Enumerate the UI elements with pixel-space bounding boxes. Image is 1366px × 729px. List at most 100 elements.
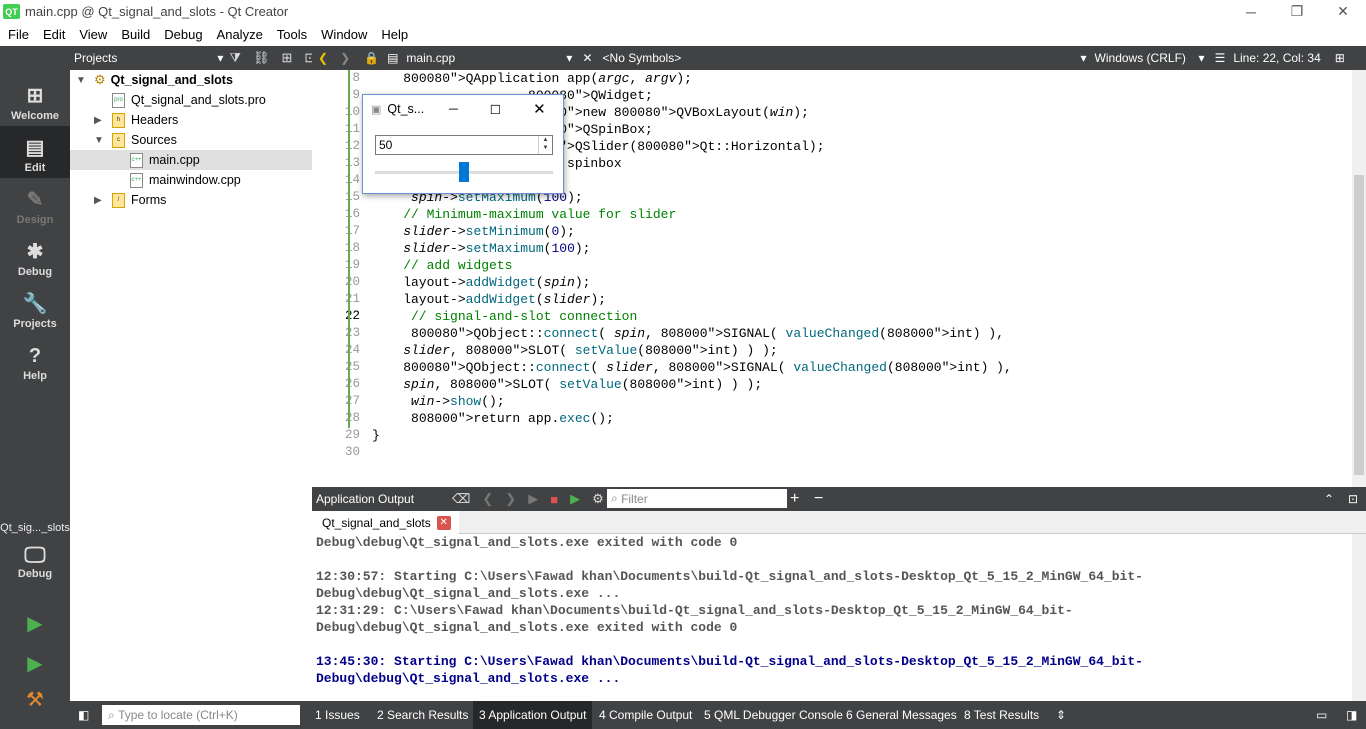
next-item-icon[interactable]: ❯	[505, 491, 516, 507]
zoom-in-icon[interactable]: +	[790, 490, 799, 508]
minimize-button[interactable]: ─	[1228, 0, 1274, 23]
menu-analyze[interactable]: Analyze	[209, 27, 269, 42]
close-document-icon[interactable]: ✕	[582, 51, 592, 65]
menu-window[interactable]: Window	[313, 27, 373, 42]
code-line[interactable]: 800080">QApplication app(argc, argv);	[372, 70, 692, 87]
split-editor-icon[interactable]: ⊞	[1335, 51, 1345, 65]
tree-item-headers[interactable]: ▶ h Headers	[70, 110, 312, 130]
expand-arrow-icon[interactable]: ▼	[76, 75, 86, 86]
tab-issues[interactable]: 1 Issues	[309, 701, 366, 729]
code-line[interactable]: 800080">QObject::connect( spin, 808000">…	[372, 325, 1004, 342]
toggle-sidebar-icon[interactable]: ◧	[78, 708, 89, 722]
close-pane-icon[interactable]: ⊡	[1348, 492, 1358, 506]
slider-handle[interactable]	[459, 162, 469, 182]
code-line[interactable]: layout->addWidget(spin);	[372, 274, 590, 291]
menu-file[interactable]: File	[0, 27, 35, 42]
code-line[interactable]: // Minimum-maximum value for slider	[372, 206, 676, 223]
tree-item-forms[interactable]: ▶ / Forms	[70, 190, 312, 210]
menu-build[interactable]: Build	[113, 27, 156, 42]
code-line[interactable]: slider, 808000">SLOT( setValue(808000">i…	[372, 342, 778, 359]
tree-item-main-cpp[interactable]: c++ main.cpp	[70, 150, 312, 170]
tab-general-messages[interactable]: 6 General Messages	[840, 701, 963, 729]
menu-help[interactable]: Help	[373, 27, 414, 42]
code-line[interactable]: // signal-and-slot connection	[372, 308, 637, 325]
prev-item-icon[interactable]: ❮	[482, 491, 493, 507]
cursor-position[interactable]: Line: 22, Col: 34	[1233, 51, 1320, 65]
tab-qml-debugger-console[interactable]: 5 QML Debugger Console	[698, 701, 849, 729]
popup-maximize-button[interactable]: ☐	[473, 102, 517, 117]
code-line[interactable]: layout->addWidget(slider);	[372, 291, 606, 308]
application-output[interactable]: Debug\debug\Qt_signal_and_slots.exe exit…	[312, 534, 1366, 701]
code-line[interactable]: 800080">QObject::connect( slider, 808000…	[372, 359, 1012, 376]
spin-arrows[interactable]: ▲ ▼	[538, 136, 552, 154]
kit-selector[interactable]: 🖵 Debug	[0, 542, 70, 592]
menu-debug[interactable]: Debug	[156, 27, 208, 42]
line-ending-selector[interactable]: Windows (CRLF)	[1095, 51, 1199, 65]
symbol-selector[interactable]: <No Symbols>	[603, 51, 1081, 65]
output-tab[interactable]: Qt_signal_and_slots ✕	[312, 511, 459, 534]
dropdown-arrow-icon[interactable]: ▾	[566, 51, 572, 65]
build-hammer-button[interactable]: ⚒	[22, 686, 48, 712]
mode-edit[interactable]: ▤ Edit	[0, 126, 70, 178]
tree-item-sources[interactable]: ▼ c Sources	[70, 130, 312, 150]
attach-debugger-icon[interactable]: ▶	[570, 491, 580, 507]
filter-icon[interactable]: ⧩	[229, 50, 241, 66]
tree-item-mainwindow-cpp[interactable]: c++ mainwindow.cpp	[70, 170, 312, 190]
back-arrow-icon[interactable]: ❮	[318, 51, 328, 65]
sidebar-view-selector[interactable]: Projects	[74, 51, 117, 65]
run-button[interactable]: ▶	[22, 610, 48, 636]
tab-compile-output[interactable]: 4 Compile Output	[593, 701, 698, 729]
dropdown-arrow-icon[interactable]: ▾	[1199, 51, 1205, 65]
close-button[interactable]: ✕	[1320, 0, 1366, 23]
output-scrollbar[interactable]	[1352, 534, 1366, 701]
toggle-right-sidebar-icon[interactable]: ◨	[1346, 708, 1357, 722]
locator-input[interactable]: ⌕ Type to locate (Ctrl+K)	[102, 705, 300, 725]
dropdown-arrow-icon[interactable]: ▾	[1081, 51, 1087, 65]
tab-test-results[interactable]: 8 Test Results	[958, 701, 1045, 729]
running-app-window[interactable]: ▣ Qt_s... ─ ☐ ✕ 50 ▲ ▼	[362, 94, 564, 194]
close-tab-icon[interactable]: ✕	[436, 515, 451, 530]
popup-title-bar[interactable]: ▣ Qt_s... ─ ☐ ✕	[363, 95, 563, 123]
menu-edit[interactable]: Edit	[35, 27, 71, 42]
tree-item-pro-file[interactable]: pro Qt_signal_and_slots.pro	[70, 90, 312, 110]
progress-details-icon[interactable]: ▭	[1316, 708, 1327, 722]
mode-help[interactable]: ? Help	[0, 334, 70, 386]
code-line[interactable]: 808000">return app.exec();	[372, 410, 614, 427]
maximize-pane-icon[interactable]: ⌃	[1324, 492, 1334, 506]
zoom-out-icon[interactable]: −	[814, 490, 823, 508]
menu-view[interactable]: View	[71, 27, 113, 42]
menu-tools[interactable]: Tools	[269, 27, 313, 42]
code-line[interactable]: win->show();	[372, 393, 505, 410]
popup-close-button[interactable]: ✕	[517, 100, 561, 118]
open-file-selector[interactable]: main.cpp	[406, 51, 566, 65]
expand-arrow-icon[interactable]: ▶	[94, 195, 102, 206]
mode-design[interactable]: ✎ Design	[0, 178, 70, 230]
mode-debug[interactable]: ✱ Debug	[0, 230, 70, 282]
settings-gear-icon[interactable]: ⚙	[592, 491, 604, 507]
link-icon[interactable]: ⛓	[253, 50, 270, 66]
spin-box[interactable]: 50 ▲ ▼	[375, 135, 553, 155]
split-icon[interactable]: ⊞	[282, 50, 293, 66]
clean-output-icon[interactable]: ⌫	[452, 491, 470, 507]
tree-item-project[interactable]: ▼ ⚙ Qt_signal_and_slots	[70, 70, 312, 90]
debug-run-button[interactable]: ▶	[22, 650, 48, 676]
forward-arrow-icon[interactable]: ❯	[340, 51, 350, 65]
stop-icon[interactable]: ■	[550, 492, 558, 507]
more-tabs-icon[interactable]: ⇕	[1056, 708, 1066, 722]
restore-button[interactable]: ❐	[1274, 0, 1320, 23]
popup-minimize-button[interactable]: ─	[433, 102, 473, 116]
rerun-icon[interactable]: ▶	[528, 491, 538, 507]
dropdown-arrow-icon[interactable]: ▾	[217, 51, 223, 65]
filter-input[interactable]: ⌕ Filter	[607, 489, 787, 508]
mode-welcome[interactable]: ⊞ Welcome	[0, 74, 70, 126]
editor-scrollbar[interactable]	[1352, 70, 1366, 487]
tab-application-output[interactable]: 3 Application Output	[473, 701, 593, 729]
code-line[interactable]: spin, 808000">SLOT( setValue(808000">int…	[372, 376, 762, 393]
code-line[interactable]: }	[372, 427, 380, 444]
code-line[interactable]: // add widgets	[372, 257, 512, 274]
expand-arrow-icon[interactable]: ▼	[94, 135, 104, 146]
scrollbar-thumb[interactable]	[1354, 175, 1364, 475]
mode-projects[interactable]: 🔧 Projects	[0, 282, 70, 334]
expand-arrow-icon[interactable]: ▶	[94, 115, 102, 126]
code-line[interactable]: slider->setMinimum(0);	[372, 223, 575, 240]
